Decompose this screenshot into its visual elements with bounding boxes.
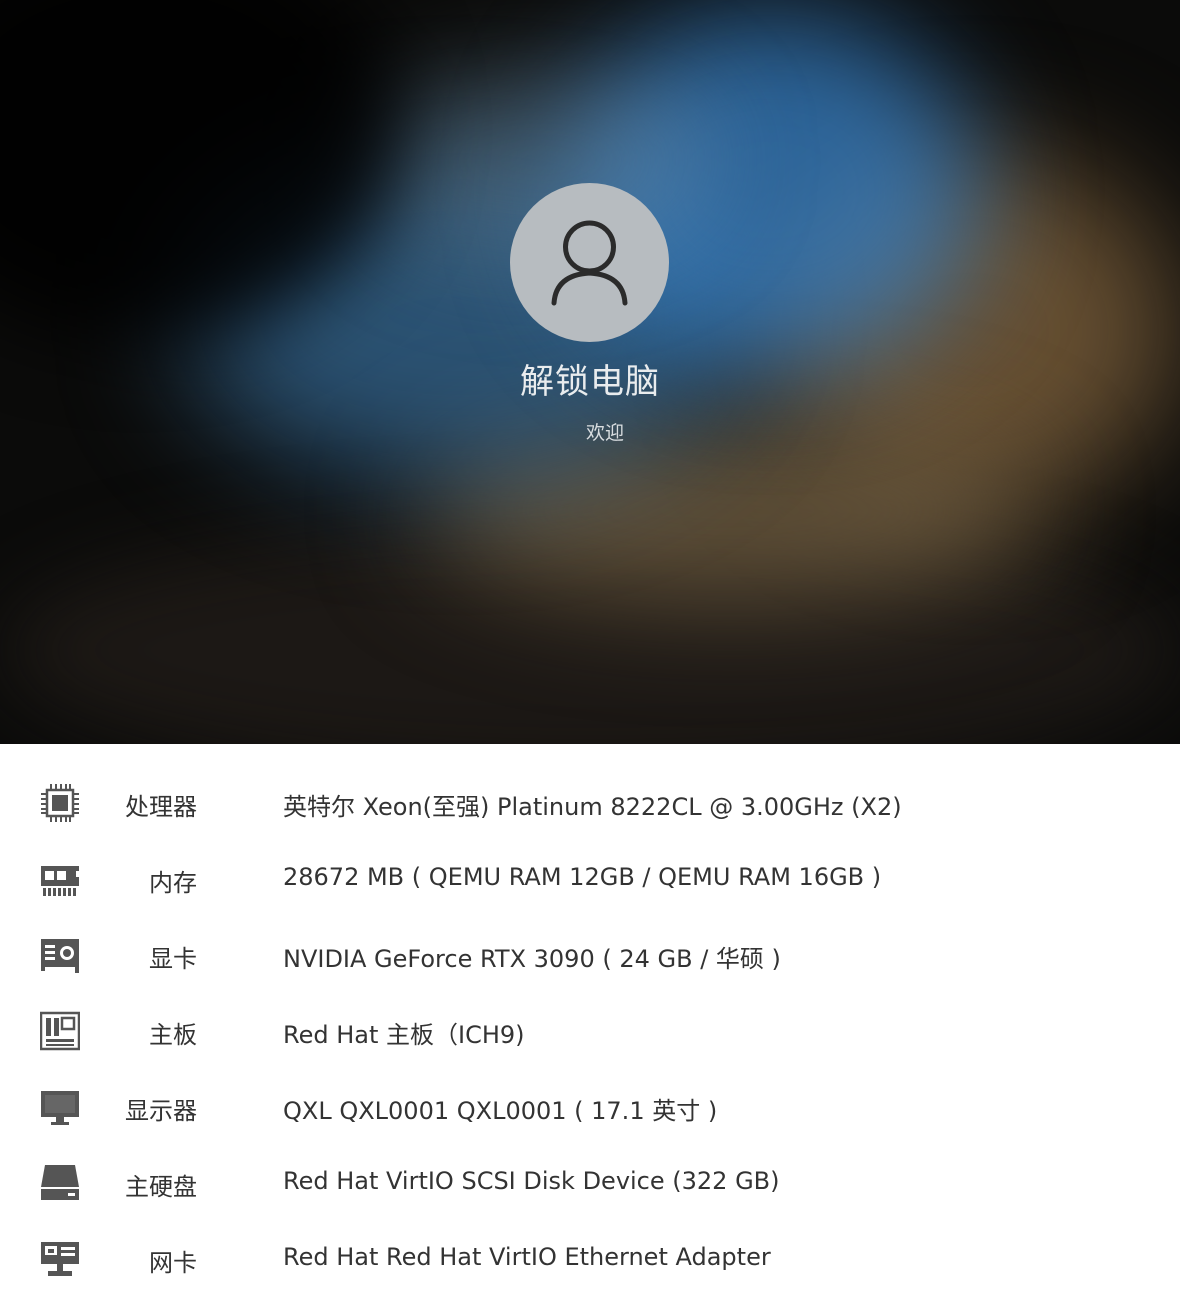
spec-label: 网卡 (149, 1249, 197, 1277)
spec-label: 显卡 (149, 945, 197, 973)
spec-row-monitor: 显示器 QXL QXL0001 QXL0001 ( 17.1 英寸 ) (0, 1073, 1180, 1133)
hard-disk-icon (41, 1165, 79, 1200)
spec-row-cpu: 处理器 英特尔 Xeon(至强) Platinum 8222CL @ 3.00G… (0, 769, 1180, 829)
lock-title: 解锁电脑 (520, 362, 660, 402)
spec-row-gpu: 显卡 NVIDIA GeForce RTX 3090 ( 24 GB / 华硕 … (0, 921, 1180, 981)
spec-value: Red Hat Red Hat VirtIO Ethernet Adapter (283, 1243, 771, 1271)
spec-label: 主板 (149, 1021, 197, 1049)
spec-row-network-card: 网卡 Red Hat Red Hat VirtIO Ethernet Adapt… (0, 1225, 1180, 1285)
user-icon (551, 220, 628, 306)
spec-row-hard-disk: 主硬盘 Red Hat VirtIO SCSI Disk Device (322… (0, 1149, 1180, 1209)
spec-row-memory: 内存 28672 MB ( QEMU RAM 12GB / QEMU RAM 1… (0, 845, 1180, 905)
motherboard-icon (40, 1011, 80, 1051)
memory-icon (41, 866, 80, 896)
spec-value: QXL QXL0001 QXL0001 ( 17.1 英寸 ) (283, 1097, 718, 1125)
cpu-icon (41, 784, 79, 822)
spec-label: 内存 (149, 869, 197, 897)
spec-row-motherboard: 主板 Red Hat 主板（ICH9) (0, 997, 1180, 1057)
user-avatar[interactable] (510, 183, 669, 342)
hardware-spec-list: 处理器 英特尔 Xeon(至强) Platinum 8222CL @ 3.00G… (0, 744, 1180, 1295)
spec-label: 处理器 (125, 793, 197, 821)
welcome-text: 欢迎 (585, 422, 624, 444)
spec-value: Red Hat VirtIO SCSI Disk Device (322 GB) (283, 1167, 780, 1195)
graphics-card-icon (41, 939, 79, 973)
lock-screen: 解锁电脑 欢迎 (0, 0, 1180, 744)
spec-value: Red Hat 主板（ICH9) (283, 1021, 525, 1049)
monitor-icon (41, 1091, 79, 1125)
spec-label: 显示器 (125, 1097, 197, 1125)
spec-label: 主硬盘 (125, 1173, 197, 1201)
spec-value: 英特尔 Xeon(至强) Platinum 8222CL @ 3.00GHz (… (283, 793, 902, 821)
spec-value: 28672 MB ( QEMU RAM 12GB / QEMU RAM 16GB… (283, 863, 882, 891)
spec-value: NVIDIA GeForce RTX 3090 ( 24 GB / 华硕 ) (283, 945, 781, 973)
network-card-icon (41, 1242, 79, 1276)
